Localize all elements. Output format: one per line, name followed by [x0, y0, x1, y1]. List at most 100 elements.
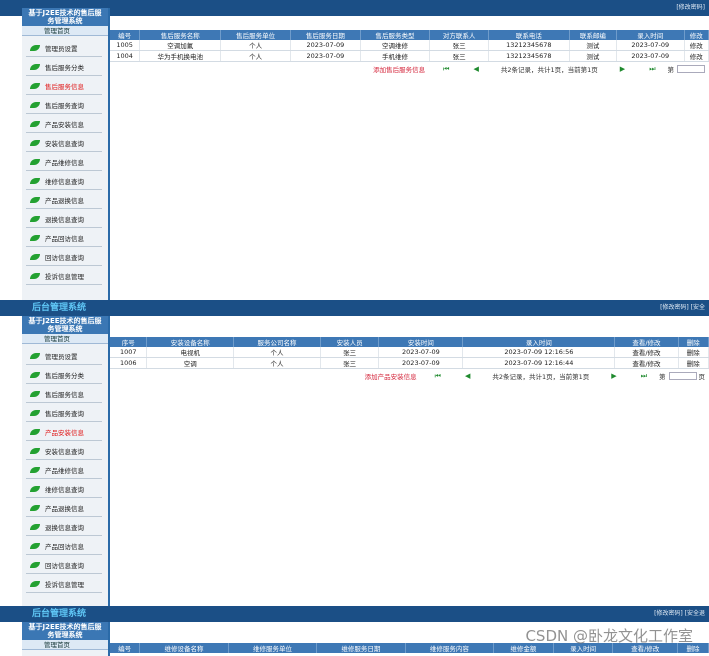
table-cell: 测试 — [569, 40, 617, 51]
sidebar-item-label: 产品回访信息 — [45, 543, 84, 551]
sidebar-item[interactable]: 维修信息查询 — [26, 481, 102, 498]
sidebar-item[interactable]: 产品回访信息 — [26, 230, 102, 247]
brand-title: 基于J2EE技术的售后服 务管理系统 — [22, 316, 108, 334]
last-page-icon[interactable]: ⏭ — [649, 65, 655, 74]
brand-title: 基于J2EE技术的售后服 务管理系统 — [22, 8, 108, 26]
prev-page-icon[interactable]: ◀ — [465, 372, 470, 380]
sidebar-item[interactable]: 投诉信息管理 — [26, 576, 102, 593]
sidebar-item-label: 退换信息查询 — [45, 216, 84, 224]
sidebar-item[interactable]: 管理员设置 — [26, 348, 102, 365]
row-action-link[interactable]: 查看/修改 — [614, 347, 679, 358]
sidebar-item[interactable]: 退换信息查询 — [26, 211, 102, 228]
sidebar-item[interactable]: 产品安装信息 — [26, 424, 102, 441]
table-cell: 个人 — [220, 40, 291, 51]
sidebar-item[interactable]: 售后服务查询 — [26, 97, 102, 114]
sidebar-item[interactable]: 售后服务信息 — [26, 386, 102, 403]
table-cell: 2023-07-09 — [290, 50, 361, 62]
sidebar-item[interactable]: 回访信息查询 — [26, 249, 102, 266]
sidebar-item[interactable]: 产品退换信息 — [26, 500, 102, 517]
brand-title: 基于J2EE技术的售后服 务管理系统 — [22, 622, 108, 640]
top-links[interactable]: [修改密码] [安全 — [660, 300, 705, 316]
sidebar-item-label: 投诉信息管理 — [45, 273, 84, 281]
sidebar-item[interactable]: 售后服务分类 — [26, 367, 102, 384]
next-page-icon[interactable]: ▶ — [611, 372, 616, 380]
column-header: 对方联系人 — [429, 30, 489, 40]
column-header: 录入时间 — [462, 337, 616, 347]
goto-label: 第 — [659, 373, 666, 381]
panel-after-sales-info: [修改密码] 基于J2EE技术的售后服 务管理系统 管理首页 管理员设置售后服务… — [0, 0, 709, 300]
sidebar-item[interactable]: 回访信息查询 — [26, 557, 102, 574]
add-after-sales-link[interactable]: 添加售后服务信息 — [373, 64, 425, 74]
table-cell: 空调维修 — [360, 40, 431, 51]
table-cell: 2023-07-09 — [378, 357, 464, 369]
sidebar-item[interactable]: 产品维修信息 — [26, 154, 102, 171]
sidebar-item-label: 产品退换信息 — [45, 197, 84, 205]
row-action-link[interactable]: 修改 — [684, 40, 709, 51]
sidebar-item[interactable]: 售后服务查询 — [26, 405, 102, 422]
sidebar-item-label: 售后服务信息 — [45, 83, 84, 91]
sidebar-item[interactable]: 产品维修信息 — [26, 462, 102, 479]
leaf-icon — [30, 581, 40, 587]
sidebar-home-link[interactable]: 管理首页 — [22, 26, 108, 36]
prev-page-icon[interactable]: ◀ — [473, 65, 478, 73]
sidebar-item[interactable]: 维修信息查询 — [26, 173, 102, 190]
leaf-icon — [30, 467, 40, 473]
sidebar-home-link[interactable]: 管理首页 — [22, 640, 108, 650]
goto-page-input[interactable] — [668, 372, 697, 380]
last-page-icon[interactable]: ⏭ — [641, 372, 647, 381]
table-cell: 张三 — [320, 347, 380, 358]
leaf-icon — [30, 505, 40, 511]
goto-suffix: 页 — [698, 373, 706, 381]
sidebar-item[interactable]: 退换信息查询 — [26, 519, 102, 536]
column-header: 删除 — [678, 337, 709, 347]
sidebar-item[interactable]: 产品回访信息 — [26, 538, 102, 555]
sidebar-item[interactable]: 产品安装信息 — [26, 116, 102, 133]
sidebar: 基于J2EE技术的售后服 务管理系统 管理首页 管理员设置售后服务分类售后服务信… — [22, 8, 110, 300]
page-info: 共2条记录，共计1页，当前第1页 — [500, 66, 598, 74]
sidebar-item[interactable]: 售后服务信息 — [26, 78, 102, 95]
leaf-icon — [30, 216, 40, 222]
table-cell: 13212345678 — [488, 50, 570, 62]
sidebar-menu: 管理员设置售后服务分类售后服务信息售后服务查询 产品安装信息 安装信息查询 产品维修信… — [22, 36, 108, 285]
row-action-link[interactable]: 删除 — [678, 347, 709, 358]
top-bar: 后台管理系统 [修改密码] [安全 — [0, 300, 709, 316]
leaf-icon — [30, 197, 40, 203]
leaf-icon — [30, 486, 40, 492]
top-links[interactable]: [修改密码] — [676, 0, 705, 16]
sidebar-home-link[interactable]: 管理首页 — [22, 334, 108, 344]
sidebar-menu: 管理员设置售后服务分类售后服务信息 售后服务查询 产品安装信息 安装信息查询 产品维修信… — [22, 344, 108, 593]
sidebar-item[interactable]: 投诉信息管理 — [26, 268, 102, 285]
add-install-link[interactable]: 添加产品安装信息 — [365, 371, 417, 381]
sidebar: 基于J2EE技术的售后服 务管理系统 管理首页 管理员设置售后服务分类售后服务信… — [22, 316, 110, 606]
column-header: 查看/修改 — [614, 337, 679, 347]
sidebar-item-label: 维修信息查询 — [45, 486, 84, 494]
sidebar-item[interactable]: 安装信息查询 — [26, 443, 102, 460]
leaf-icon — [30, 254, 40, 260]
main-content: 序号 安装设备名称 服务公司名称 安装人员 安装时间 录入时间 查看/修改 删除 1007 电视机… — [110, 337, 709, 606]
column-header: 售后服务单位 — [220, 30, 291, 40]
sidebar-item[interactable]: 安装信息查询 — [26, 135, 102, 152]
top-links[interactable]: [修改密码] [安全退 — [654, 606, 705, 622]
row-action-link[interactable]: 删除 — [678, 357, 709, 369]
next-page-icon[interactable]: ▶ — [620, 65, 625, 73]
table-cell: 空调 — [146, 357, 235, 369]
sidebar-item[interactable]: 售后服务分类 — [26, 59, 102, 76]
sidebar-item-label: 售后服务分类 — [45, 372, 84, 380]
sidebar-item-label: 回访信息查询 — [45, 254, 84, 262]
column-header: 维修服务日期 — [316, 643, 406, 653]
leaf-icon — [30, 273, 40, 279]
sidebar-item[interactable]: 产品退换信息 — [26, 192, 102, 209]
row-action-link[interactable]: 修改 — [684, 50, 709, 62]
table-cell: 手机维修 — [360, 50, 431, 62]
column-header: 售后服务类型 — [360, 30, 431, 40]
first-page-icon[interactable]: ⏮ — [443, 65, 449, 74]
column-header: 服务公司名称 — [233, 337, 321, 347]
first-page-icon[interactable]: ⏮ — [435, 372, 441, 381]
sidebar-item[interactable]: 管理员设置 — [26, 40, 102, 57]
goto-page-input[interactable] — [677, 65, 705, 73]
leaf-icon — [30, 102, 40, 108]
leaf-icon — [30, 64, 40, 70]
column-header: 联系电话 — [488, 30, 570, 40]
column-header: 安装设备名称 — [146, 337, 235, 347]
row-action-link[interactable]: 查看/修改 — [614, 357, 679, 369]
